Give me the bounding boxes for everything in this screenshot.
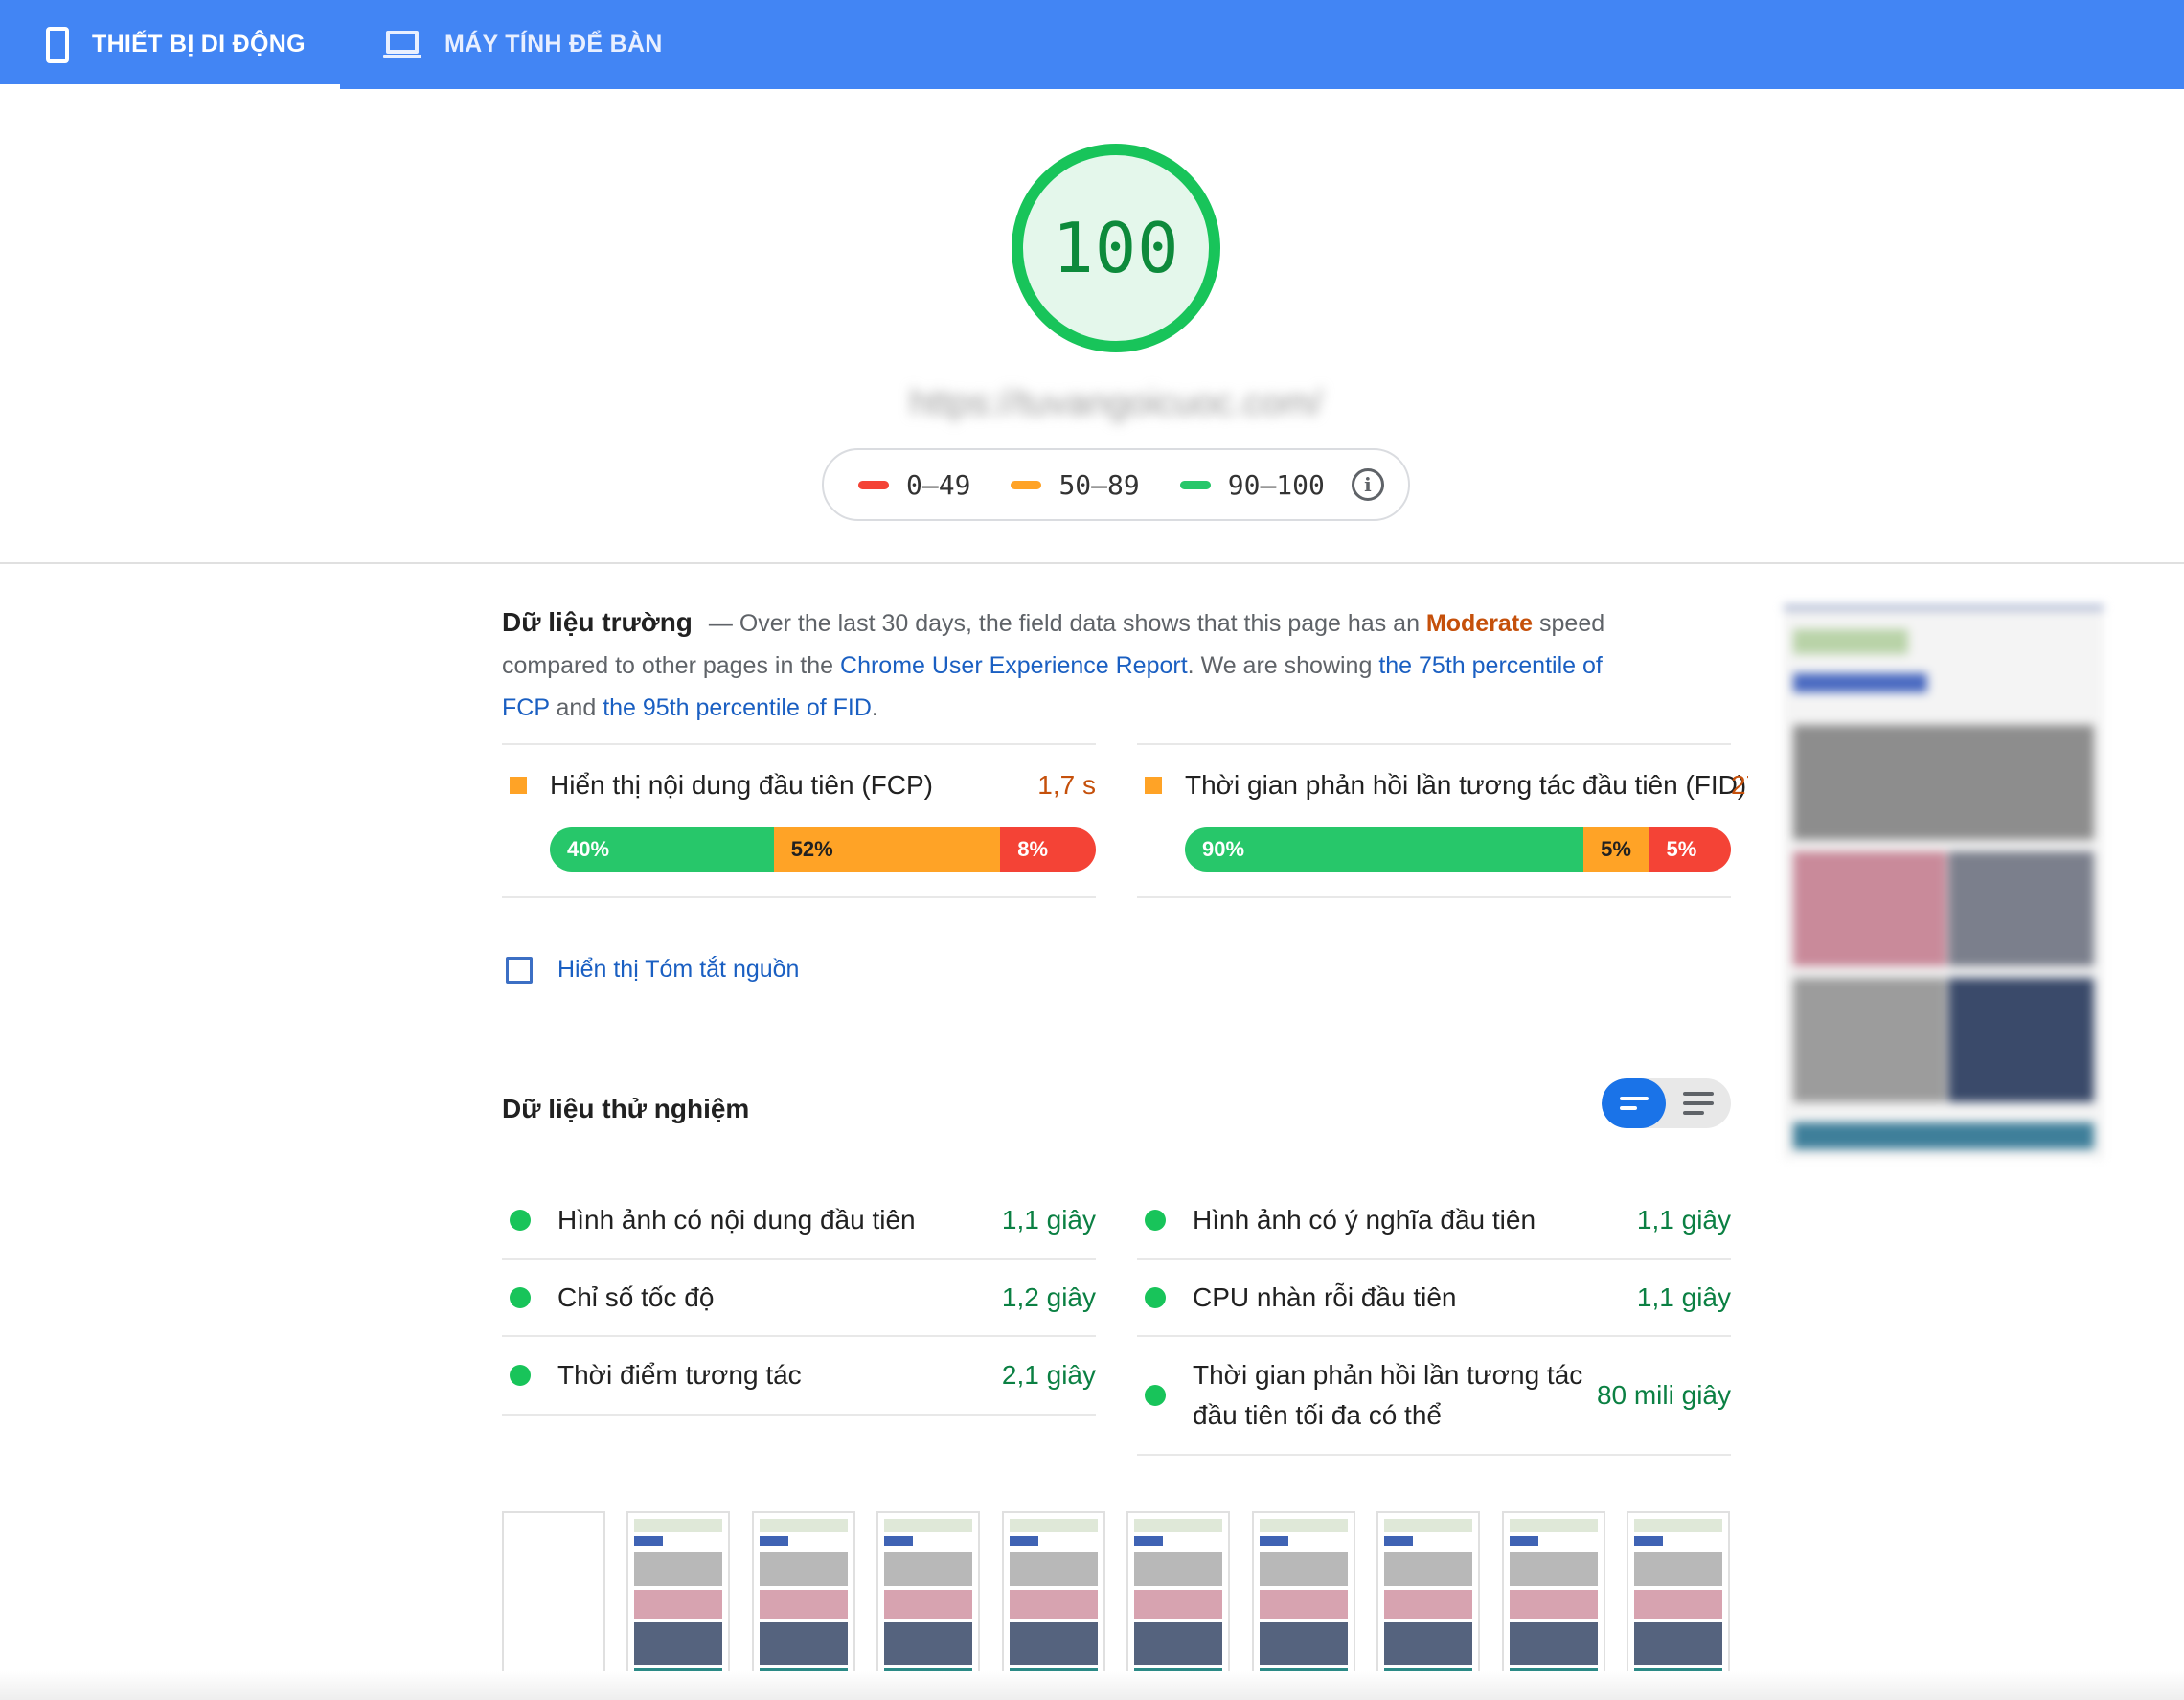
good-dot-icon — [510, 1365, 531, 1386]
lab-metric-row: Thời điểm tương tác 2,1 giây — [502, 1337, 1096, 1416]
lab-metric-value: 1,1 giây — [1636, 1282, 1731, 1312]
list-view-icon[interactable] — [1666, 1078, 1730, 1128]
fid-label: Thời gian phản hồi lần tương tác đầu tiê… — [1185, 770, 1747, 800]
lab-metric-row: CPU nhàn rỗi đầu tiên 1,1 giây — [1137, 1260, 1731, 1337]
legend-average-swatch — [1011, 480, 1042, 489]
score-legend: 0–49 50–89 90–100 i — [822, 448, 1410, 521]
legend-average-label: 50–89 — [1058, 468, 1140, 501]
field-intro-dash: — — [708, 610, 733, 637]
fcp-header: Hiển thị nội dung đầu tiên (FCP) 1,7 s — [502, 770, 1096, 801]
fcp-fast-segment: 40% — [550, 827, 774, 872]
fid-header: Thời gian phản hồi lần tương tác đầu tiê… — [1137, 770, 1748, 801]
fid-fast-segment: 90% — [1185, 827, 1584, 872]
lab-metric-label: Hình ảnh có nội dung đầu tiên — [557, 1205, 916, 1235]
fid-distribution-bar: 90% 5% 5% — [1185, 827, 1731, 872]
fid-value: 27 — [1731, 770, 1748, 800]
good-dot-icon — [1145, 1287, 1166, 1308]
filmstrip-frame — [1376, 1511, 1480, 1674]
fcp-label: Hiển thị nội dung đầu tiên (FCP) — [550, 770, 933, 800]
filmstrip-frame — [1502, 1511, 1605, 1674]
smartphone-icon — [46, 26, 69, 63]
device-tab-bar: THIẾT BỊ DI ĐỘNG MÁY TÍNH ĐỂ BÀN — [0, 0, 2184, 89]
lab-metric-row: Hình ảnh có nội dung đầu tiên 1,1 giây — [502, 1182, 1096, 1260]
lab-data-title: Dữ liệu thử nghiệm — [502, 1094, 750, 1123]
filmstrip-frame — [626, 1511, 730, 1674]
lab-metric-row: Hình ảnh có ý nghĩa đầu tiên 1,1 giây — [1137, 1182, 1731, 1260]
good-dot-icon — [510, 1287, 531, 1308]
fid-slow-segment: 5% — [1649, 827, 1731, 872]
field-intro-text-1: Over the last 30 days, the field data sh… — [739, 610, 1420, 637]
section-divider — [0, 562, 2184, 564]
field-data-title: Dữ liệu trường — [502, 607, 693, 637]
speed-category: Moderate — [1425, 610, 1534, 637]
fcp-metric-card: Hiển thị nội dung đầu tiên (FCP) 1,7 s 4… — [502, 743, 1096, 898]
legend-average: 50–89 — [1011, 468, 1140, 501]
field-intro-period: . — [871, 694, 878, 721]
bottom-shadow — [0, 1671, 2184, 1700]
lab-metric-value: 1,1 giây — [1001, 1205, 1096, 1235]
filmstrip-frame — [1627, 1511, 1730, 1674]
performance-score-gauge: 100 — [1012, 144, 1220, 352]
legend-good-label: 90–100 — [1227, 468, 1325, 501]
legend-poor-label: 0–49 — [906, 468, 971, 501]
lab-metric-label: Thời gian phản hồi lần tương tác đầu tiê… — [1193, 1360, 1583, 1430]
origin-summary-checkbox[interactable]: Hiển thị Tóm tắt nguồn — [506, 956, 799, 984]
lab-metric-label: Chỉ số tốc độ — [557, 1282, 715, 1312]
performance-score: 100 — [1052, 208, 1180, 288]
average-square-icon — [510, 777, 527, 794]
lab-metric-value: 2,1 giây — [1001, 1360, 1096, 1390]
average-square-icon — [1145, 777, 1162, 794]
lab-metric-value: 1,2 giây — [1001, 1282, 1096, 1312]
tab-mobile[interactable]: THIẾT BỊ DI ĐỘNG — [46, 0, 306, 89]
fid-metric-card: Thời gian phản hồi lần tương tác đầu tiê… — [1137, 743, 1748, 898]
good-dot-icon — [510, 1210, 531, 1231]
view-toggle[interactable] — [1602, 1078, 1731, 1128]
legend-good: 90–100 — [1179, 468, 1325, 501]
legend-poor-swatch — [858, 480, 889, 489]
field-data-intro: Dữ liệu trường — Over the last 30 days, … — [502, 601, 1651, 729]
filmstrip-frame — [752, 1511, 855, 1674]
good-dot-icon — [1145, 1210, 1166, 1231]
fcp-value: 1,7 s — [1037, 770, 1096, 800]
tab-mobile-label: THIẾT BỊ DI ĐỘNG — [92, 31, 306, 57]
filmstrip-frame — [1002, 1511, 1105, 1674]
lab-metric-value: 1,1 giây — [1636, 1205, 1731, 1235]
field-intro-and: and — [556, 694, 597, 721]
chrome-ux-report-link[interactable]: Chrome User Experience Report — [840, 652, 1188, 679]
laptop-icon — [383, 30, 421, 59]
lab-metric-label: Thời điểm tương tác — [557, 1360, 802, 1390]
tested-url: https://tuvangoicuoc.com/ — [909, 383, 1323, 423]
lab-metric-label: Hình ảnh có ý nghĩa đầu tiên — [1193, 1205, 1536, 1235]
legend-good-swatch — [1179, 480, 1211, 489]
fcp-average-segment: 52% — [773, 827, 1001, 872]
filmstrip-frame — [876, 1511, 980, 1674]
compact-view-icon[interactable] — [1602, 1078, 1666, 1128]
lab-metric-row: Thời gian phản hồi lần tương tác đầu tiê… — [1137, 1337, 1731, 1456]
filmstrip-frame — [1126, 1511, 1230, 1674]
fid-average-segment: 5% — [1583, 827, 1649, 872]
tab-desktop[interactable]: MÁY TÍNH ĐỂ BÀN — [383, 0, 663, 89]
page-screenshot-preview — [1784, 605, 2104, 1159]
fcp-slow-segment: 8% — [1000, 827, 1096, 872]
lab-metric-value: 80 mili giây — [1596, 1380, 1731, 1410]
fid-percentile-link[interactable]: the 95th percentile of FID — [603, 694, 872, 721]
origin-summary-label[interactable]: Hiển thị Tóm tắt nguồn — [557, 956, 799, 984]
filmstrip-frame — [1252, 1511, 1355, 1674]
active-tab-indicator — [0, 84, 340, 89]
checkbox-icon[interactable] — [506, 956, 533, 984]
filmstrip-frame — [502, 1511, 605, 1674]
lab-metric-label: CPU nhàn rỗi đầu tiên — [1193, 1282, 1457, 1312]
lab-metric-row: Chỉ số tốc độ 1,2 giây — [502, 1260, 1096, 1337]
legend-poor: 0–49 — [858, 469, 970, 501]
fcp-distribution-bar: 40% 52% 8% — [550, 827, 1096, 872]
field-intro-text-3: . We are showing — [1187, 652, 1373, 679]
tab-desktop-label: MÁY TÍNH ĐỂ BÀN — [444, 31, 663, 57]
info-icon[interactable]: i — [1351, 468, 1384, 501]
good-dot-icon — [1145, 1385, 1166, 1406]
